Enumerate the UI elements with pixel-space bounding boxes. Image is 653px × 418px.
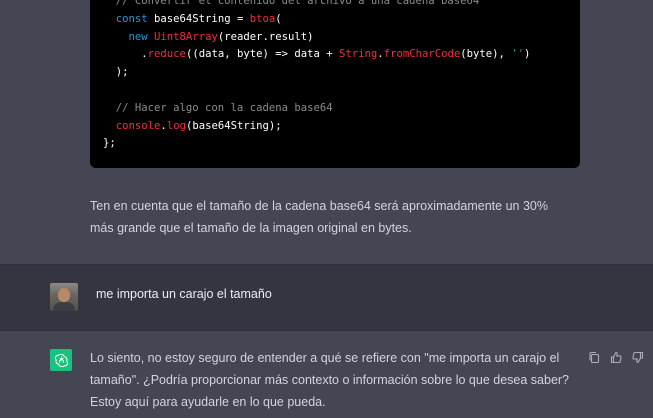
code-token: ( (275, 12, 282, 25)
code-line: const base64String = btoa( (103, 11, 580, 29)
code-token: ((data, byte) => data + (185, 48, 340, 61)
user-message: me importa un carajo el tamaño (0, 264, 653, 331)
message-actions (588, 350, 644, 364)
code-token: console (115, 119, 161, 132)
code-token: (reader.result) (217, 30, 314, 43)
code-token: (base64String); (185, 119, 282, 132)
code-token: ); (103, 66, 129, 79)
code-token: const (115, 12, 148, 25)
code-token: btoa (249, 12, 276, 25)
assistant-note-text: Ten en cuenta que el tamaño de la cadena… (90, 199, 548, 235)
code-line: console.log(base64String); (103, 118, 580, 136)
user-message-text: me importa un carajo el tamaño (96, 287, 272, 301)
code-line: new Uint8Array(reader.result) (103, 29, 580, 47)
assistant-message-previous: // Convertir el contenido del archivo a … (0, 0, 653, 264)
code-token: // Convertir el contenido del archivo a … (103, 0, 480, 7)
code-token: // Hacer algo con la cadena base64 (103, 101, 333, 114)
code-token: new (128, 30, 148, 43)
code-line: .reduce((data, byte) => data + String.fr… (103, 46, 580, 64)
code-block[interactable]: // Convertir el contenido del archivo a … (90, 0, 580, 168)
code-token: '' (511, 48, 525, 61)
assistant-reply-text: Lo siento, no estoy seguro de entender a… (90, 351, 570, 409)
thumbs-down-icon[interactable] (632, 351, 644, 364)
code-line: }; (103, 135, 580, 153)
user-avatar (50, 283, 78, 311)
openai-logo-icon (50, 349, 72, 371)
code-token: ) (524, 48, 531, 61)
code-token: String (339, 48, 378, 61)
thumbs-up-icon[interactable] (610, 351, 622, 364)
code-token: . (103, 48, 148, 61)
copy-icon[interactable] (588, 351, 600, 364)
code-token: fromCharCode (383, 48, 461, 61)
code-line: // Convertir el contenido del archivo a … (103, 0, 580, 11)
code-token: log (166, 119, 186, 132)
code-token: reduce (147, 48, 186, 61)
assistant-message-reply: Lo siento, no estoy seguro de entender a… (0, 331, 653, 418)
code-token: }; (103, 137, 116, 150)
code-token: Uint8Array (154, 30, 218, 43)
code-token: (byte), (460, 48, 512, 61)
code-line: // Hacer algo con la cadena base64 (103, 100, 580, 118)
code-token: base64String = (147, 12, 250, 25)
code-line: ); (103, 64, 580, 82)
